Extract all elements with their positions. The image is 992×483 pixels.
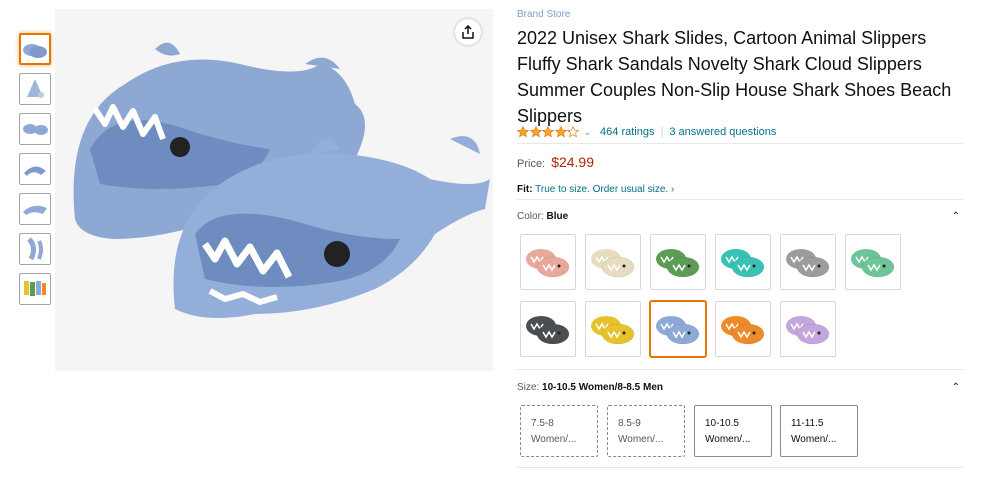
star-rating[interactable] [517,126,580,138]
color-label-text: Color: [517,211,544,222]
size-option-11-11-5[interactable]: 11-11.5 Women/... [780,405,858,457]
slipper-swatch-image [656,249,700,278]
brand-link[interactable]: Brand Store [517,9,570,20]
slipper-swatch-image [721,249,765,278]
size-option-line2: Women/... [531,434,577,445]
slipper-swatch-image [851,249,895,278]
size-option-line2: Women/... [705,434,751,445]
main-product-image[interactable] [55,9,493,371]
size-option-10-10-5[interactable]: 10-10.5 Women/... [694,405,772,457]
thumbnail-4[interactable] [19,153,51,185]
size-label-text: Size: [517,382,540,393]
share-icon [462,25,474,39]
answered-questions-link[interactable]: 3 answered questions [669,126,776,138]
size-selected-value: 10-10.5 Women/8-8.5 Men [542,382,663,393]
star-icon [529,126,542,138]
shark-slides-illustration [73,42,490,318]
divider [517,369,963,370]
thumbnail-3[interactable] [19,113,51,145]
star-icon [542,126,554,138]
size-option-line1: 10-10.5 [705,418,739,429]
thumbnail-1[interactable] [19,33,51,65]
size-option-line1: 11-11.5 [791,418,824,429]
color-swatch[interactable] [650,234,706,290]
chevron-down-icon[interactable]: ⌄ [584,127,592,138]
size-option-line1: 7.5-8 [531,418,554,429]
ratings-link[interactable]: 464 ratings [600,126,654,138]
slipper-swatch-image [786,249,830,278]
color-swatch[interactable] [650,301,706,357]
size-option-line2: Women/... [618,434,664,445]
fit-label: Fit: [517,184,533,195]
color-swatch[interactable] [520,234,576,290]
color-swatch[interactable] [780,234,836,290]
size-option-line2: Women/... [791,434,837,445]
chevron-up-icon[interactable]: ⌃ [952,211,960,222]
size-option-line1: 8.5-9 [618,418,641,429]
fit-row: Fit: True to size. Order usual size. › [517,184,674,195]
color-swatch[interactable] [780,301,836,357]
color-swatch[interactable] [845,234,901,290]
divider [517,467,963,468]
slipper-swatch-image [526,249,570,278]
star-icon [517,126,529,138]
color-swatch[interactable] [715,301,771,357]
rating-row: ⌄ 464 ratings | 3 answered questions [517,126,776,138]
size-label: Size: 10-10.5 Women/8-8.5 Men [517,382,663,393]
thumbnail-strip [19,33,53,313]
color-swatch[interactable] [520,301,576,357]
slipper-swatch-image [786,316,830,345]
product-title: 2022 Unisex Shark Slides, Cartoon Animal… [517,28,952,126]
slipper-swatch-image [656,316,700,345]
slipper-swatch-image [526,316,570,345]
slipper-swatch-image [721,316,765,345]
divider [517,143,963,144]
fit-link[interactable]: True to size. Order usual size. › [535,184,674,195]
thumbnail-6[interactable] [19,233,51,265]
size-option-7-5-8[interactable]: 7.5-8 Women/... [520,405,598,457]
size-option-8-5-9[interactable]: 8.5-9 Women/... [607,405,685,457]
slipper-swatch-image [591,249,635,278]
thumbnail-7[interactable] [19,273,51,305]
share-button[interactable] [455,19,481,45]
thumbnail-2[interactable] [19,73,51,105]
star-icon [554,126,567,138]
color-label: Color: Blue [517,211,568,222]
price-row: Price: $24.99 [517,154,594,170]
thumbnail-5[interactable] [19,193,51,225]
color-swatch[interactable] [585,234,641,290]
price-value: $24.99 [551,154,595,170]
divider [517,199,963,200]
slipper-swatch-image [591,316,635,345]
chevron-up-icon[interactable]: ⌃ [952,382,960,393]
star-icon [567,126,579,138]
price-label: Price: [517,158,546,170]
separator: | [660,126,664,138]
color-selected-value: Blue [546,211,569,222]
color-swatch[interactable] [585,301,641,357]
color-swatch[interactable] [715,234,771,290]
